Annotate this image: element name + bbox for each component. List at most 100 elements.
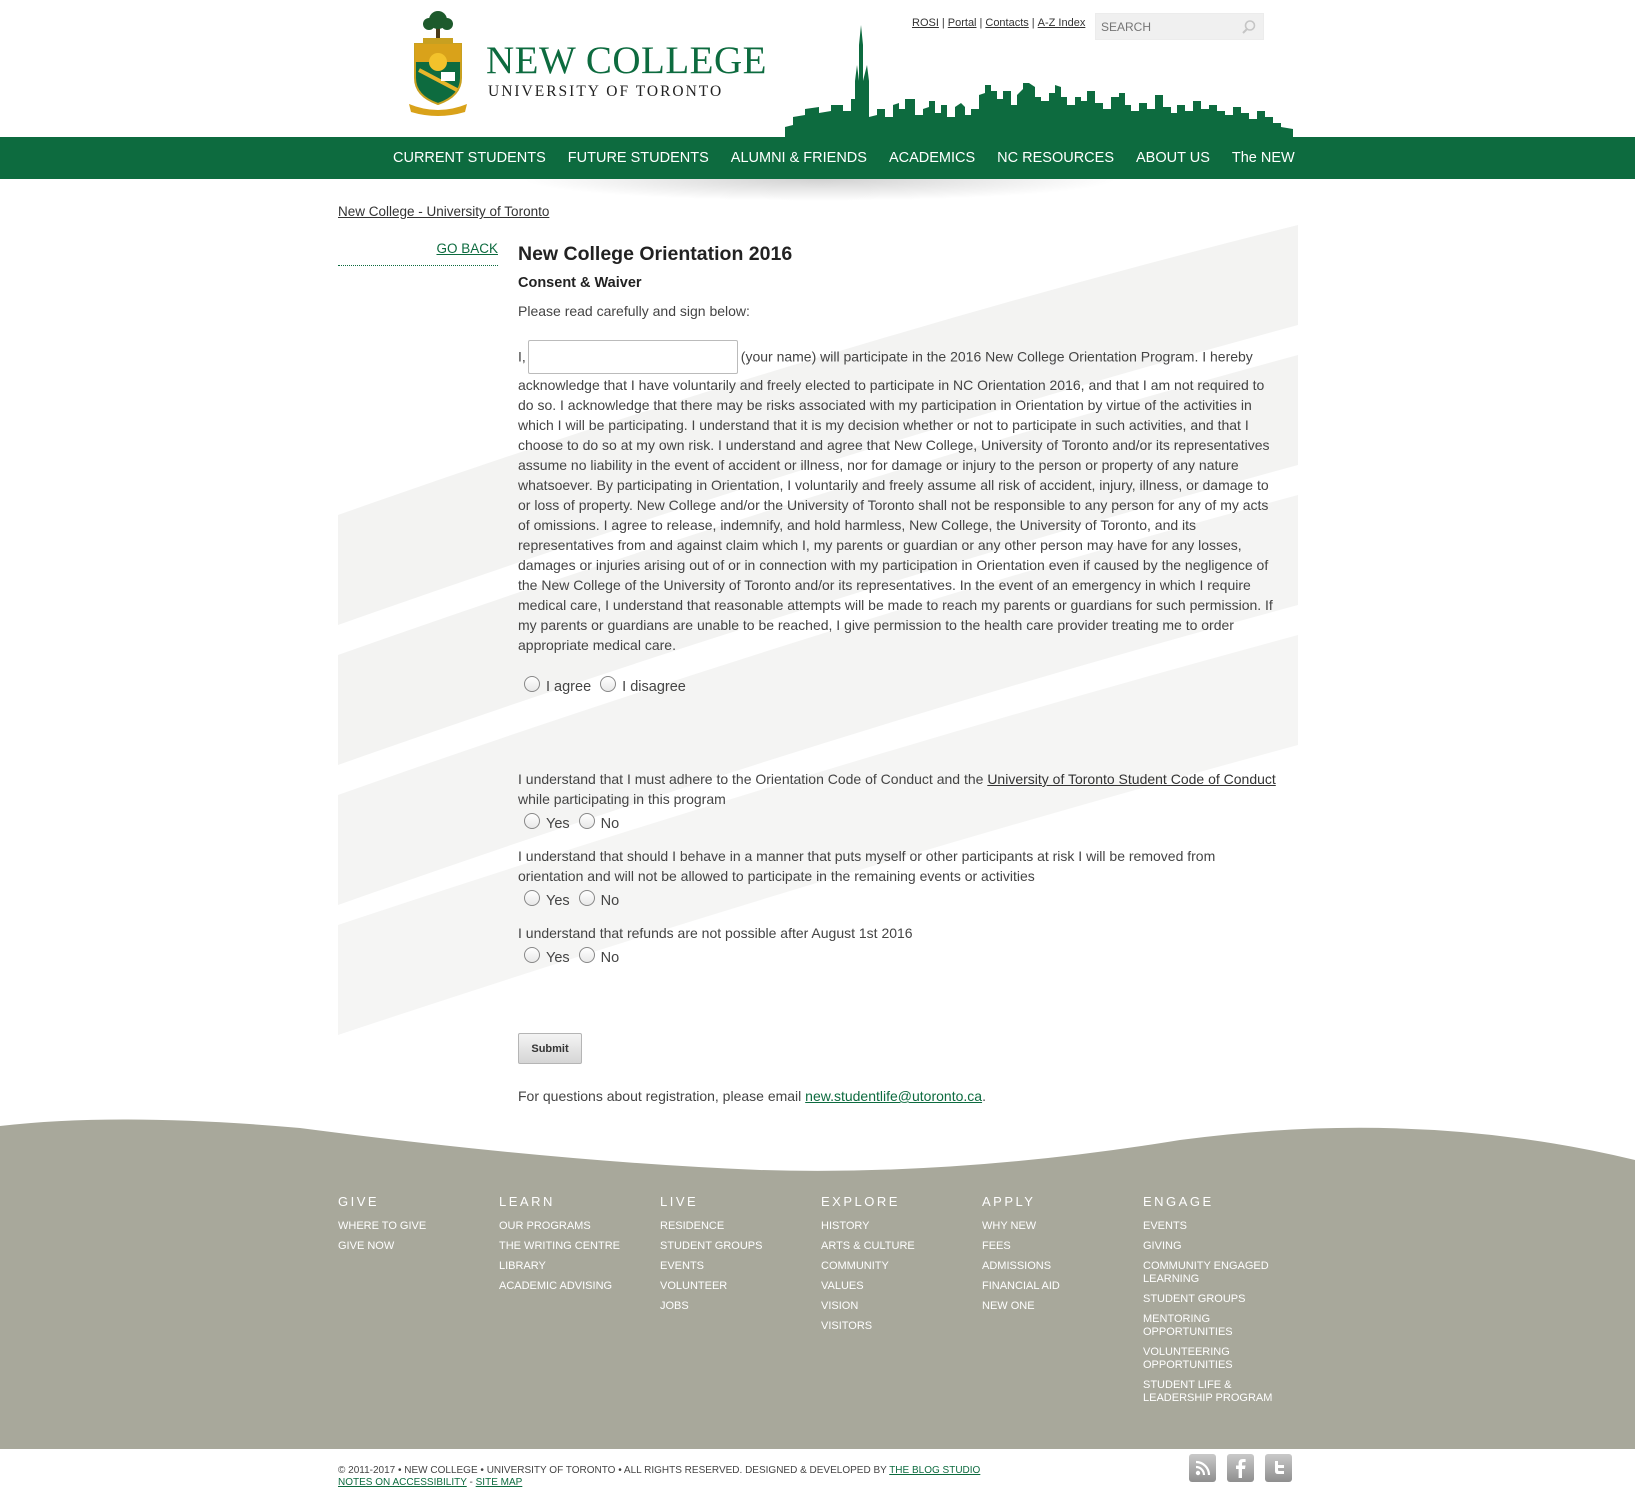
breadcrumb[interactable]: New College - University of Toronto — [338, 204, 549, 219]
footer-heading: EXPLORE — [821, 1194, 900, 1209]
nav-nc-resources[interactable]: NC RESOURCES — [986, 137, 1125, 179]
contact-email-link[interactable]: new.studentlife@utoronto.ca — [805, 1088, 982, 1104]
no-radio[interactable] — [578, 813, 595, 829]
no-radio[interactable] — [578, 890, 595, 906]
separator: | — [979, 17, 983, 29]
footer-link[interactable]: ACADEMIC ADVISING — [499, 1280, 639, 1293]
footer-link[interactable]: ADMISSIONS — [982, 1260, 1122, 1273]
contact-suffix: . — [982, 1088, 986, 1104]
yes-no-radio-group: Yes No — [518, 889, 1280, 913]
no-label: No — [600, 893, 620, 909]
footer-heading: ENGAGE — [1143, 1194, 1214, 1209]
footer-link[interactable]: ARTS & CULTURE — [821, 1240, 961, 1253]
question-text: I understand that should I behave in a m… — [518, 848, 1216, 884]
facebook-icon[interactable] — [1227, 1454, 1254, 1482]
go-back-link[interactable]: GO BACK — [436, 241, 498, 256]
blog-studio-link[interactable]: THE BLOG STUDIO — [889, 1465, 980, 1476]
nav-alumni-friends[interactable]: ALUMNI & FRIENDS — [720, 137, 878, 179]
nav-current-students[interactable]: CURRENT STUDENTS — [382, 137, 557, 179]
search-input[interactable] — [1096, 14, 1236, 39]
footer-link[interactable]: FINANCIAL AID — [982, 1280, 1122, 1293]
separator: | — [1031, 17, 1035, 29]
footer-link[interactable]: WHY NEW — [982, 1220, 1122, 1233]
yes-radio[interactable] — [524, 890, 540, 906]
site-map-link[interactable]: SITE MAP — [476, 1477, 523, 1488]
footer-link[interactable]: STUDENT GROUPS — [1143, 1293, 1283, 1306]
contact-prefix: For questions about registration, please… — [518, 1088, 806, 1104]
question-behavior: I understand that should I behave in a m… — [518, 846, 1280, 913]
intro-text: Please read carefully and sign below: — [518, 303, 750, 319]
utility-links: ROSI | Portal | Contacts | A-Z Index — [912, 17, 1085, 29]
footer-col-live: LIVE RESIDENCE STUDENT GROUPS EVENTS VOL… — [660, 1194, 800, 1320]
footer-link[interactable]: OUR PROGRAMS — [499, 1220, 639, 1233]
footer-link[interactable]: COMMUNITY — [821, 1260, 961, 1273]
footer-link[interactable]: NEW ONE — [982, 1300, 1122, 1313]
question-text: I understand that refunds are not possib… — [518, 925, 913, 941]
footer-link[interactable]: THE WRITING CENTRE — [499, 1240, 639, 1253]
question-text-part: while participating in this program — [518, 791, 726, 807]
yes-no-radio-group: Yes No — [518, 946, 1280, 970]
college-name: NEW COLLEGE — [486, 39, 767, 82]
footer-col-explore: EXPLORE HISTORY ARTS & CULTURE COMMUNITY… — [821, 1194, 961, 1340]
footer-link[interactable]: VOLUNTEER — [660, 1280, 800, 1293]
contacts-link[interactable]: Contacts — [985, 17, 1028, 29]
footer-heading: APPLY — [982, 1194, 1036, 1209]
agree-label: I agree — [546, 679, 592, 695]
twitter-icon[interactable] — [1265, 1454, 1292, 1482]
footer-link[interactable]: JOBS — [660, 1300, 800, 1313]
rss-icon[interactable] — [1189, 1454, 1216, 1482]
search-icon[interactable] — [1241, 19, 1257, 35]
footer-link[interactable]: GIVING — [1143, 1240, 1283, 1253]
page-subtitle: Consent & Waiver — [518, 275, 642, 291]
footer-link[interactable]: VOLUNTEERING OPPORTUNITIES — [1143, 1346, 1283, 1372]
agree-radio[interactable] — [524, 676, 540, 692]
yes-label: Yes — [546, 893, 570, 909]
footer-link[interactable]: EVENTS — [1143, 1220, 1283, 1233]
footer-link[interactable]: STUDENT GROUPS — [660, 1240, 800, 1253]
yes-radio[interactable] — [524, 947, 540, 963]
footer-link[interactable]: VALUES — [821, 1280, 961, 1293]
footer-link[interactable]: GIVE NOW — [338, 1240, 478, 1253]
nav-about-us[interactable]: ABOUT US — [1125, 137, 1221, 179]
nav-future-students[interactable]: FUTURE STUDENTS — [557, 137, 720, 179]
footer-link[interactable]: MENTORING OPPORTUNITIES — [1143, 1313, 1283, 1339]
footer-link[interactable]: WHERE TO GIVE — [338, 1220, 478, 1233]
footer-heading: LEARN — [499, 1194, 555, 1209]
footer-link[interactable]: LIBRARY — [499, 1260, 639, 1273]
footer-heading: LIVE — [660, 1194, 699, 1209]
nav-academics[interactable]: ACADEMICS — [878, 137, 986, 179]
footer-wave — [0, 1119, 1635, 1188]
footer-heading: GIVE — [338, 1194, 380, 1209]
footer-link[interactable]: EVENTS — [660, 1260, 800, 1273]
consent-text: (your name) will participate in the 2016… — [518, 348, 1273, 653]
question-text-part: I understand that I must adhere to the O… — [518, 771, 988, 787]
page-title: New College Orientation 2016 — [518, 243, 793, 265]
yes-radio[interactable] — [524, 813, 540, 829]
footer-link[interactable]: VISITORS — [821, 1320, 961, 1333]
college-crest-icon — [409, 11, 467, 116]
submit-button[interactable]: Submit — [518, 1033, 582, 1064]
nav-the-new[interactable]: The NEW — [1221, 137, 1306, 179]
portal-link[interactable]: Portal — [948, 17, 977, 29]
site-header: NEW COLLEGE UNIVERSITY OF TORONTO ROSI | P… — [0, 0, 1635, 137]
footer-link[interactable]: COMMUNITY ENGAGED LEARNING — [1143, 1260, 1283, 1286]
college-logo[interactable]: NEW COLLEGE UNIVERSITY OF TORONTO — [405, 8, 775, 118]
az-index-link[interactable]: A-Z Index — [1038, 17, 1086, 29]
question-refunds: I understand that refunds are not possib… — [518, 923, 1280, 970]
disagree-radio[interactable] — [600, 676, 617, 692]
no-radio[interactable] — [578, 947, 595, 963]
footer-link[interactable]: RESIDENCE — [660, 1220, 800, 1233]
sidebar: GO BACK — [338, 240, 498, 266]
student-code-of-conduct-link[interactable]: University of Toronto Student Code of Co… — [987, 771, 1275, 787]
college-subtitle: UNIVERSITY OF TORONTO — [488, 83, 724, 100]
footer-link[interactable]: FEES — [982, 1240, 1122, 1253]
footer-link[interactable]: STUDENT LIFE & LEADERSHIP PROGRAM — [1143, 1379, 1283, 1405]
name-field[interactable] — [527, 340, 738, 374]
footer-link[interactable]: VISION — [821, 1300, 961, 1313]
footer-link[interactable]: HISTORY — [821, 1220, 961, 1233]
yes-label: Yes — [546, 950, 570, 966]
copyright: © 2011-2017 • NEW COLLEGE • UNIVERSITY O… — [338, 1465, 980, 1489]
footer-col-learn: LEARN OUR PROGRAMS THE WRITING CENTRE LI… — [499, 1194, 639, 1300]
accessibility-link[interactable]: NOTES ON ACCESSIBILITY — [338, 1477, 467, 1488]
rosi-link[interactable]: ROSI — [912, 17, 939, 29]
